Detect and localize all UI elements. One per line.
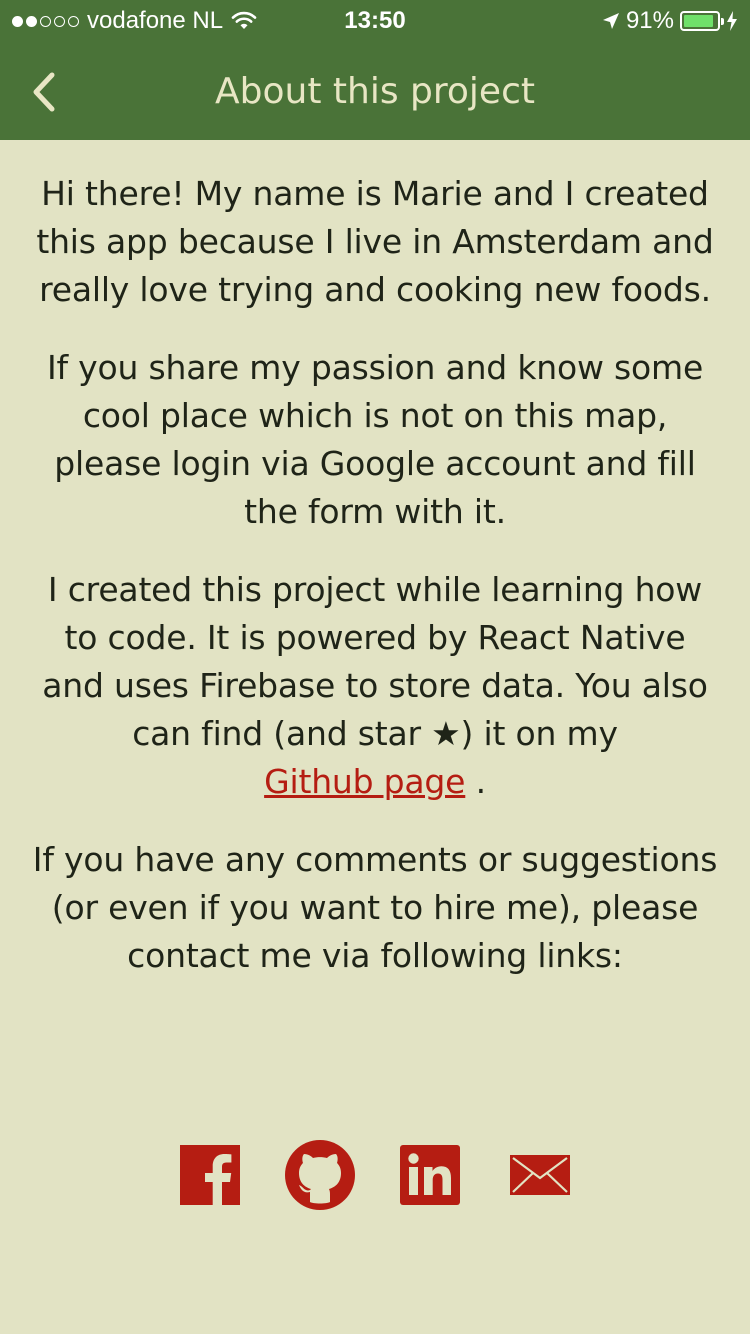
facebook-icon (180, 1145, 240, 1205)
tech-paragraph: I created this project while learning ho… (30, 566, 720, 806)
app-header: vodafone NL 13:50 91% About this project (0, 0, 750, 140)
intro-paragraph: Hi there! My name is Marie and I created… (36, 174, 714, 309)
contribute-paragraph: If you share my passion and know some co… (46, 348, 704, 531)
location-arrow-icon (602, 13, 619, 29)
facebook-link[interactable] (175, 1140, 245, 1210)
status-right: 91% (602, 7, 738, 35)
linkedin-link[interactable] (395, 1140, 465, 1210)
charging-bolt-icon (727, 11, 737, 31)
battery-percent: 91% (625, 7, 674, 34)
about-content: Hi there! My name is Marie and I created… (30, 170, 720, 1010)
status-bar: vodafone NL 13:50 91% (0, 0, 750, 40)
github-page-link[interactable]: Github page (264, 762, 465, 801)
linkedin-icon (400, 1145, 460, 1205)
tech-paragraph-end: . (465, 762, 487, 801)
mail-icon (510, 1155, 570, 1195)
github-link[interactable] (285, 1140, 355, 1210)
tech-paragraph-text: I created this project while learning ho… (42, 570, 708, 753)
email-link[interactable] (505, 1140, 575, 1210)
page-title: About this project (215, 71, 535, 112)
contact-paragraph: If you have any comments or suggestions … (32, 840, 718, 975)
github-icon (285, 1140, 355, 1210)
social-links (0, 1140, 750, 1210)
battery-icon (680, 11, 724, 31)
